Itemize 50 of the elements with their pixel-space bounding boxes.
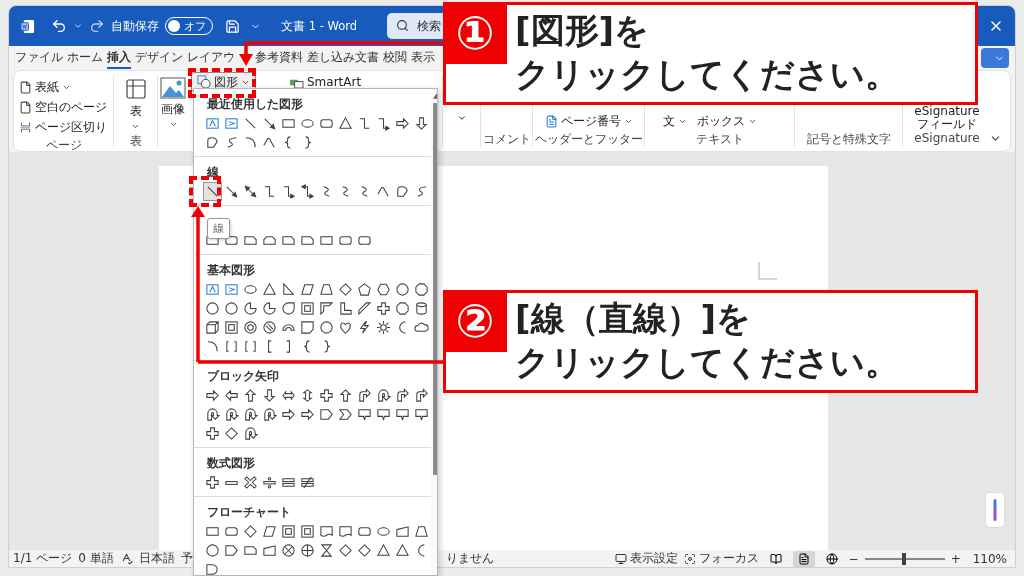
group-label: 表 (129, 133, 142, 149)
zoom-reading: 110% (972, 551, 1007, 566)
callout-text: クリックしてください。 (515, 53, 899, 96)
status-text: 予 (180, 550, 193, 567)
section-heading: 数式図形 (206, 455, 256, 472)
group-label: テキスト (695, 131, 744, 147)
callout-text: [線（直線）]を (515, 297, 753, 340)
step-number: ② (443, 290, 507, 352)
ribbon-tab[interactable]: 表示 (411, 47, 435, 69)
ribbon-tab[interactable]: ファイル (15, 47, 63, 69)
group-label: ヘッダーとフッター (534, 131, 643, 147)
ribbon-button[interactable]: 空白のページ (17, 97, 109, 117)
ribbon-tab[interactable]: 差し込み文書 (307, 47, 379, 69)
table-button[interactable]: 表 (121, 75, 150, 133)
section-heading: 最近使用した図形 (206, 96, 304, 113)
search-field[interactable]: 検索 (387, 13, 443, 39)
ribbon-tab[interactable]: 参考資料 (255, 47, 303, 69)
esignature-field-button[interactable]: eSignature フィールド (914, 105, 980, 131)
page-count: 1/1 ページ (13, 550, 73, 567)
section-heading: フローチャート (206, 504, 292, 521)
group-label: 記号と特殊文字 (806, 131, 891, 147)
autosave-label: 自動保存 (111, 18, 159, 34)
language-label: 日本語 (138, 550, 175, 567)
ribbon-tab[interactable]: レイアウ (187, 47, 235, 69)
group-label: eSignature (914, 131, 980, 147)
ribbon-button[interactable]: 表紙 (17, 77, 73, 97)
tooltip: 線 (207, 218, 230, 239)
zoom-out-button[interactable]: − (848, 551, 859, 566)
textbox-button[interactable]: ボックス (695, 111, 759, 131)
display-settings-button[interactable]: 表示設定 (614, 550, 678, 567)
ribbon-tab[interactable]: デザイン (135, 47, 183, 69)
ribbon-tab[interactable]: ホーム (67, 47, 103, 69)
ribbon-tab[interactable]: 挿入 (107, 47, 131, 69)
section-heading: 基本図形 (206, 262, 256, 279)
callout-text: クリックしてください。 (515, 341, 899, 384)
word-count: 0 単語 (78, 550, 114, 567)
ribbon-button[interactable]: ページ区切り (17, 117, 109, 137)
focus-button[interactable]: フォーカス (683, 550, 759, 567)
group-label: ページ (45, 137, 82, 153)
page-number-button[interactable]: ページ番号 (542, 111, 635, 131)
section-heading: ブロック矢印 (206, 368, 280, 385)
ribbon-tab[interactable]: 校閲 (383, 47, 407, 69)
greeting-button[interactable]: 文 (661, 111, 689, 131)
callout-text: [図形]を (515, 9, 651, 52)
image-button[interactable]: 画像 (158, 75, 188, 131)
group-label: コメント (482, 131, 531, 147)
zoom-in-button[interactable]: + (950, 551, 961, 566)
step-number: ① (443, 2, 507, 64)
window-title: 文書 1 - Word (281, 18, 357, 34)
status-text: りません (445, 550, 494, 567)
